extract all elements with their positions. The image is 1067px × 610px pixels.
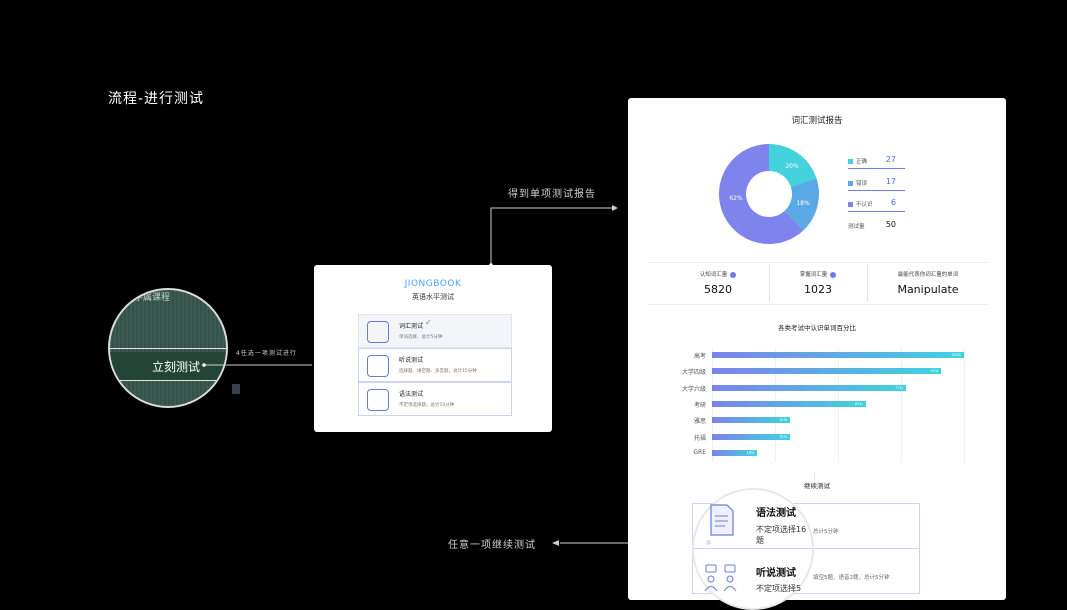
option-title: 听说测试	[399, 357, 424, 364]
bar-4: 31%	[712, 417, 791, 424]
test-selection-card: JIONGBOOK 英语水平测试 词汇测试 ✓ 单词选择，总计5分钟 听说测试 …	[314, 265, 552, 432]
option-title: 词汇测试	[399, 323, 424, 330]
stat-label: 掌握词汇量	[770, 270, 866, 278]
legend-underline	[848, 211, 905, 212]
stat-value: Manipulate	[897, 283, 959, 296]
legend-swatch	[848, 202, 853, 207]
bar-2: 77%	[712, 384, 907, 391]
continue-desc-grammar: 不定项选择16题	[756, 525, 807, 545]
legend-underline	[848, 190, 905, 191]
option-listening-test[interactable]: 听说测试 选择题、填空题、多音题，总计15分钟	[358, 348, 512, 382]
bar-category-label: 高考	[693, 353, 706, 360]
report-annotation: 得到单项测试报告	[508, 189, 596, 200]
continue-extra: 总计5分钟	[813, 529, 839, 535]
card-subtitle: 英语水平测试	[412, 293, 454, 301]
legend-correct: 正确	[848, 157, 867, 165]
legend-swatch	[848, 181, 853, 186]
divider	[648, 304, 988, 305]
info-icon[interactable]	[730, 271, 737, 278]
select-annotation: 4任选一项测试进行	[236, 350, 297, 357]
result-donut-chart: 20% 18% 62%	[719, 144, 819, 244]
bar-category-label: 大学六级	[681, 385, 706, 393]
bar-value-label: 18%	[746, 450, 755, 455]
slice-label-wrong: 18%	[796, 200, 810, 207]
option-desc: 选择题、填空题、多音题，总计15分钟	[399, 369, 477, 374]
stat-value: 5820	[704, 283, 732, 296]
option-grammar-test[interactable]: 语法测试 不定项选择题，总计10分钟	[358, 382, 512, 416]
total-value: 50	[885, 220, 896, 229]
bar-3: 61%	[712, 400, 866, 407]
continue-title-grammar: 语法测试	[756, 508, 796, 519]
total-label: 测试量	[848, 224, 865, 230]
legend-wrong: 错误	[848, 179, 867, 187]
brand-logo: JIONGBOOK	[404, 279, 462, 289]
legend-underline	[848, 168, 905, 169]
chat-people-icon	[704, 564, 737, 592]
slice-label-correct: 20%	[785, 163, 799, 170]
option-desc: 不定项选择题，总计10分钟	[399, 403, 455, 408]
bar-6: 18%	[712, 449, 758, 456]
option-title: 语法测试	[399, 391, 424, 398]
check-icon: ✓	[425, 318, 432, 327]
grid-line	[901, 348, 902, 463]
info-icon[interactable]	[830, 271, 837, 278]
legend-swatch	[848, 159, 853, 164]
stat-label: 认知词汇量	[668, 270, 768, 278]
bar-1: 91%	[712, 368, 942, 375]
chat-icon	[367, 355, 389, 377]
bar-value-label: 77%	[895, 385, 904, 390]
continue-desc-listening: 不定项选择5	[756, 584, 802, 593]
bar-category-label: 托福	[693, 434, 706, 442]
document-icon	[367, 389, 389, 411]
legend-value: 17	[885, 177, 896, 186]
bar-0: 100%	[712, 352, 964, 358]
legend-value: 6	[890, 198, 896, 207]
option-desc: 单词选择，总计5分钟	[399, 335, 443, 340]
legend-unknown: 不认识	[848, 200, 873, 208]
report-title: 词汇测试报告	[791, 116, 843, 126]
bar-5: 31%	[712, 433, 791, 440]
vocabulary-icon	[367, 321, 389, 343]
bar-category-label: 考研	[693, 401, 706, 409]
bar-category-label: 大学四级	[681, 369, 706, 377]
stat-label: 最能代表你词汇量的单词	[897, 272, 959, 278]
divider	[648, 262, 988, 263]
bar-value-label: 61%	[854, 401, 863, 406]
legend-value: 27	[885, 155, 896, 164]
lens-dot	[706, 540, 711, 545]
bar-category-label: 雅思	[693, 418, 706, 426]
bar-value-label: 100%	[950, 353, 961, 357]
option-vocabulary-test[interactable]: 词汇测试 ✓ 单词选择，总计5分钟	[358, 314, 512, 348]
continue-extra: 填空5题、语音2题，总计5分钟	[813, 575, 890, 581]
bar-value-label: 91%	[930, 369, 939, 374]
grid-line	[964, 348, 965, 463]
bars-title: 各类考试中认识单词百分比	[778, 324, 856, 332]
divider	[814, 472, 815, 480]
continue-title: 继续测试	[804, 482, 830, 490]
stat-value: 1023	[804, 283, 832, 296]
bar-category-label: GRE	[693, 448, 706, 456]
continue-annotation: 任意一项继续测试	[448, 540, 536, 551]
bar-value-label: 31%	[779, 418, 788, 423]
continue-title-listening: 听说测试	[756, 568, 796, 579]
divider	[694, 548, 812, 549]
document-icon	[710, 504, 734, 536]
slice-label-unknown: 62%	[729, 195, 743, 202]
bar-value-label: 31%	[779, 434, 788, 439]
magnifier-lens-large: 语法测试 不定项选择16题 听说测试 不定项选择5	[692, 488, 814, 610]
